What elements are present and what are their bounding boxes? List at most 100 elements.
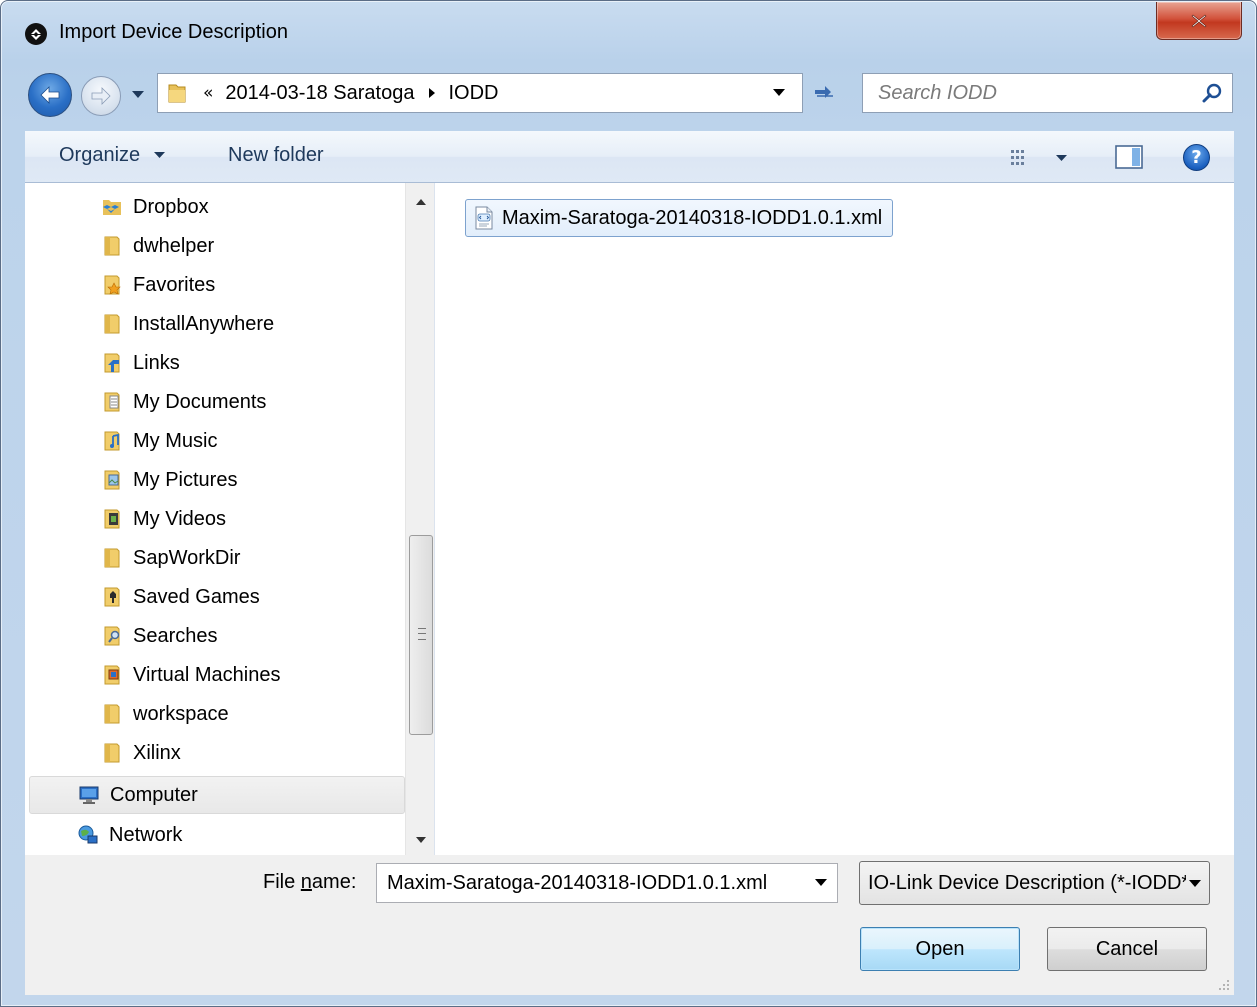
navigation-pane[interactable]: Dropbox dwhelper Favorites InstallAnywhe…	[25, 183, 435, 855]
file-type-select[interactable]: IO-Link Device Description (*-IODD*.xml)	[859, 861, 1210, 905]
saved-games-folder-icon	[104, 587, 120, 607]
sidebar-item-saved-games[interactable]: Saved Games	[101, 578, 260, 616]
folder-icon	[104, 704, 120, 724]
file-name-label-accesskey: n	[300, 871, 312, 893]
file-name-combobox[interactable]	[376, 863, 838, 903]
close-button[interactable]	[1156, 2, 1242, 40]
organize-label: Organize	[59, 144, 141, 166]
folder-icon	[104, 743, 120, 763]
forward-button[interactable]	[81, 76, 121, 116]
sidebar-item-label: Xilinx	[133, 741, 181, 764]
folder-icon	[168, 84, 186, 103]
sidebar-item-label: Saved Games	[133, 585, 260, 608]
breadcrumb-overflow[interactable]: «	[203, 83, 213, 103]
sidebar-item-label: Searches	[133, 624, 218, 647]
back-button[interactable]	[28, 73, 72, 117]
view-icon	[1011, 150, 1024, 165]
search-icon[interactable]	[1202, 83, 1222, 103]
sidebar-item-label: My Music	[133, 429, 218, 452]
title-bar[interactable]: Import Device Description	[1, 1, 1256, 63]
sidebar-item-label: SapWorkDir	[133, 546, 241, 569]
sidebar-item-workspace[interactable]: workspace	[101, 695, 229, 733]
chevron-down-icon[interactable]	[815, 878, 827, 888]
favorites-folder-icon	[104, 275, 121, 295]
file-name-label-text-end: ame:	[311, 871, 357, 893]
window-title: Import Device Description	[59, 21, 288, 43]
videos-folder-icon	[104, 509, 120, 529]
music-folder-icon	[104, 431, 120, 451]
network-icon	[78, 825, 98, 844]
dialog-window: Import Device Description « 2014-03-18 S…	[0, 0, 1257, 1007]
chevron-down-icon[interactable]	[1056, 154, 1067, 162]
change-view-button[interactable]	[1010, 147, 1070, 169]
sidebar-item-my-documents[interactable]: My Documents	[101, 383, 266, 421]
file-name-label: File name:	[263, 871, 356, 894]
sidebar-item-favorites[interactable]: Favorites	[101, 266, 215, 304]
help-icon[interactable]: ?	[1183, 144, 1210, 171]
scroll-thumb[interactable]	[409, 535, 433, 735]
sidebar-item-label: My Videos	[133, 507, 227, 530]
address-dropdown[interactable]	[756, 74, 802, 112]
chevron-down-icon	[153, 152, 165, 159]
sidebar-item-my-videos[interactable]: My Videos	[101, 500, 226, 538]
sidebar-item-label: Dropbox	[133, 195, 209, 218]
file-name-label-text: File	[263, 871, 301, 893]
searches-folder-icon	[104, 626, 120, 646]
address-bar[interactable]: « 2014-03-18 Saratoga IODD	[157, 73, 833, 113]
sidebar-item-installanywhere[interactable]: InstallAnywhere	[101, 305, 274, 343]
documents-folder-icon	[104, 392, 120, 412]
sidebar-item-dwhelper[interactable]: dwhelper	[101, 227, 214, 265]
dialog-footer: File name: IO-Link Device Description (*…	[25, 855, 1234, 995]
pictures-folder-icon	[104, 470, 120, 490]
dropbox-icon	[103, 200, 121, 215]
refresh-icon	[815, 86, 833, 98]
sidebar-item-my-pictures[interactable]: My Pictures	[101, 461, 237, 499]
scroll-down-button[interactable]	[406, 825, 434, 855]
sidebar-item-label: Links	[133, 351, 180, 374]
app-icon	[25, 23, 47, 45]
chevron-down-icon	[1189, 880, 1201, 887]
file-list[interactable]: Maxim-Saratoga-20140318-IODD1.0.1.xml	[436, 183, 1234, 855]
sidebar-item-label: Virtual Machines	[133, 663, 281, 686]
recent-pages-chevron-icon[interactable]	[131, 90, 145, 100]
sidebar-item-label: My Documents	[133, 390, 267, 413]
breadcrumb-item[interactable]: IODD	[448, 82, 498, 105]
file-item[interactable]: Maxim-Saratoga-20140318-IODD1.0.1.xml	[465, 199, 894, 237]
sidebar-item-virtual-machines[interactable]: Virtual Machines	[101, 656, 280, 694]
sidebar-item-label: Favorites	[133, 273, 216, 296]
sidebar-item-label: My Pictures	[133, 468, 238, 491]
sidebar-item-sapworkdir[interactable]: SapWorkDir	[101, 539, 240, 577]
file-name-input[interactable]	[377, 864, 797, 902]
cancel-button[interactable]: Cancel	[1047, 927, 1207, 971]
resize-grip-icon[interactable]	[1216, 977, 1230, 991]
preview-pane-icon[interactable]	[1115, 145, 1145, 169]
breadcrumb-item[interactable]: 2014-03-18 Saratoga	[225, 82, 414, 105]
sidebar-item-label: Network	[109, 823, 183, 846]
refresh-button[interactable]	[804, 74, 844, 112]
navigation-scrollbar[interactable]	[405, 183, 434, 855]
scroll-grip	[418, 628, 426, 640]
close-icon	[1191, 14, 1207, 27]
folder-icon	[104, 236, 120, 256]
scroll-up-button[interactable]	[406, 187, 434, 217]
sidebar-item-my-music[interactable]: My Music	[101, 422, 217, 460]
content-area: Dropbox dwhelper Favorites InstallAnywhe…	[25, 183, 1234, 855]
sidebar-item-label: dwhelper	[133, 234, 215, 257]
chevron-down-icon	[416, 836, 426, 843]
sidebar-item-label: Computer	[110, 783, 198, 806]
breadcrumb-separator-icon[interactable]	[428, 88, 436, 98]
sidebar-item-network[interactable]: Network	[77, 816, 182, 854]
open-button[interactable]: Open	[860, 927, 1020, 971]
sidebar-item-links[interactable]: Links	[101, 344, 180, 382]
organize-menu-button[interactable]: Organize	[59, 144, 165, 167]
sidebar-item-label: workspace	[133, 702, 229, 725]
sidebar-item-searches[interactable]: Searches	[101, 617, 218, 655]
search-box[interactable]	[862, 73, 1233, 113]
folder-icon	[104, 314, 120, 334]
chevron-down-icon	[773, 89, 785, 96]
search-input[interactable]	[863, 74, 1183, 112]
sidebar-item-dropbox[interactable]: Dropbox	[101, 188, 209, 226]
new-folder-button[interactable]: New folder	[228, 144, 324, 167]
sidebar-item-computer[interactable]: Computer	[29, 776, 405, 814]
sidebar-item-xilinx[interactable]: Xilinx	[101, 734, 181, 772]
